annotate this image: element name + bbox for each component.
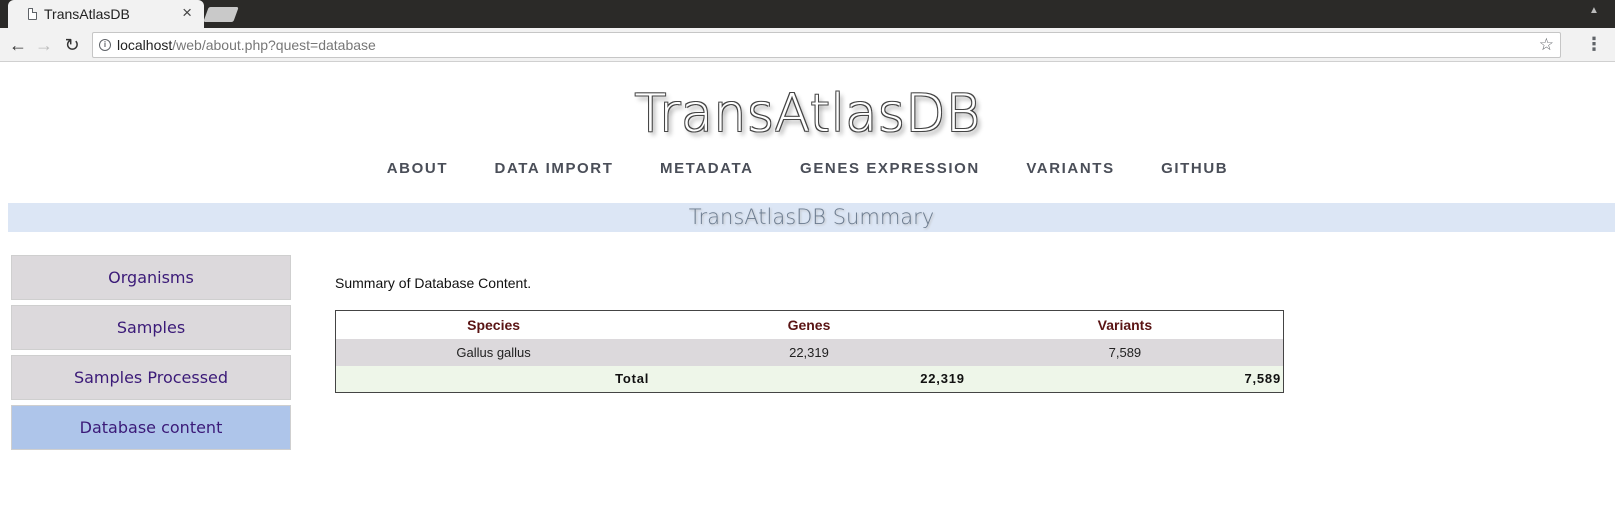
database-summary-table: Species Genes Variants Gallus gallus 22,… <box>335 310 1284 393</box>
nav-about[interactable]: ABOUT <box>387 160 448 177</box>
summary-heading: TransAtlasDB Summary <box>8 203 1615 232</box>
cell-species: Gallus gallus <box>335 338 652 366</box>
info-icon[interactable]: i <box>99 39 111 51</box>
address-bar[interactable]: i localhost/web/about.php?quest=database… <box>92 32 1561 58</box>
column-header-variants: Variants <box>966 310 1284 339</box>
content-intro: Summary of Database Content. <box>335 275 532 291</box>
nav-variants[interactable]: VARIANTS <box>1026 160 1114 177</box>
browser-tab[interactable]: TransAtlasDB × <box>8 0 204 28</box>
sidebar: Organisms Samples Samples Processed Data… <box>11 255 291 455</box>
bookmark-star-icon[interactable]: ☆ <box>1539 35 1554 55</box>
profile-icon[interactable]: ▲ <box>1587 4 1601 18</box>
back-arrow-icon[interactable]: ← <box>6 33 30 57</box>
nav-genes-expression[interactable]: GENES EXPRESSION <box>800 160 980 177</box>
nav-data-import[interactable]: DATA IMPORT <box>495 160 614 177</box>
close-icon[interactable]: × <box>182 3 192 23</box>
table-header-row: Species Genes Variants <box>335 310 1284 339</box>
sidebar-item-database-content[interactable]: Database content <box>11 405 291 450</box>
main-nav: ABOUT DATA IMPORT METADATA GENES EXPRESS… <box>0 160 1615 178</box>
site-title: TransAtlasDB <box>634 84 981 144</box>
url-text[interactable]: localhost/web/about.php?quest=database <box>117 37 376 53</box>
table-row: Gallus gallus 22,319 7,589 <box>335 338 1284 366</box>
nav-github[interactable]: GITHUB <box>1161 160 1228 177</box>
browser-menu-icon[interactable]: ⋮ <box>1585 34 1603 54</box>
tab-title: TransAtlasDB <box>44 6 130 22</box>
page-icon <box>28 8 37 20</box>
total-genes: 22,319 <box>651 365 967 393</box>
column-header-genes: Genes <box>651 310 967 339</box>
total-variants: 7,589 <box>966 365 1284 393</box>
forward-arrow-icon[interactable]: → <box>32 33 56 57</box>
nav-metadata[interactable]: METADATA <box>660 160 754 177</box>
reload-icon[interactable]: ↻ <box>60 33 84 57</box>
sidebar-item-samples-processed[interactable]: Samples Processed <box>11 355 291 400</box>
sidebar-item-samples[interactable]: Samples <box>11 305 291 350</box>
sidebar-item-organisms[interactable]: Organisms <box>11 255 291 300</box>
cell-variants: 7,589 <box>966 338 1284 366</box>
new-tab-button[interactable] <box>203 7 239 22</box>
table-total-row: Total 22,319 7,589 <box>335 365 1284 393</box>
column-header-species: Species <box>335 310 652 339</box>
total-label: Total <box>335 365 652 393</box>
browser-tabbar: TransAtlasDB × ▲ <box>0 0 1615 28</box>
cell-genes: 22,319 <box>651 338 967 366</box>
browser-toolbar: ← → ↻ i localhost/web/about.php?quest=da… <box>0 28 1615 62</box>
